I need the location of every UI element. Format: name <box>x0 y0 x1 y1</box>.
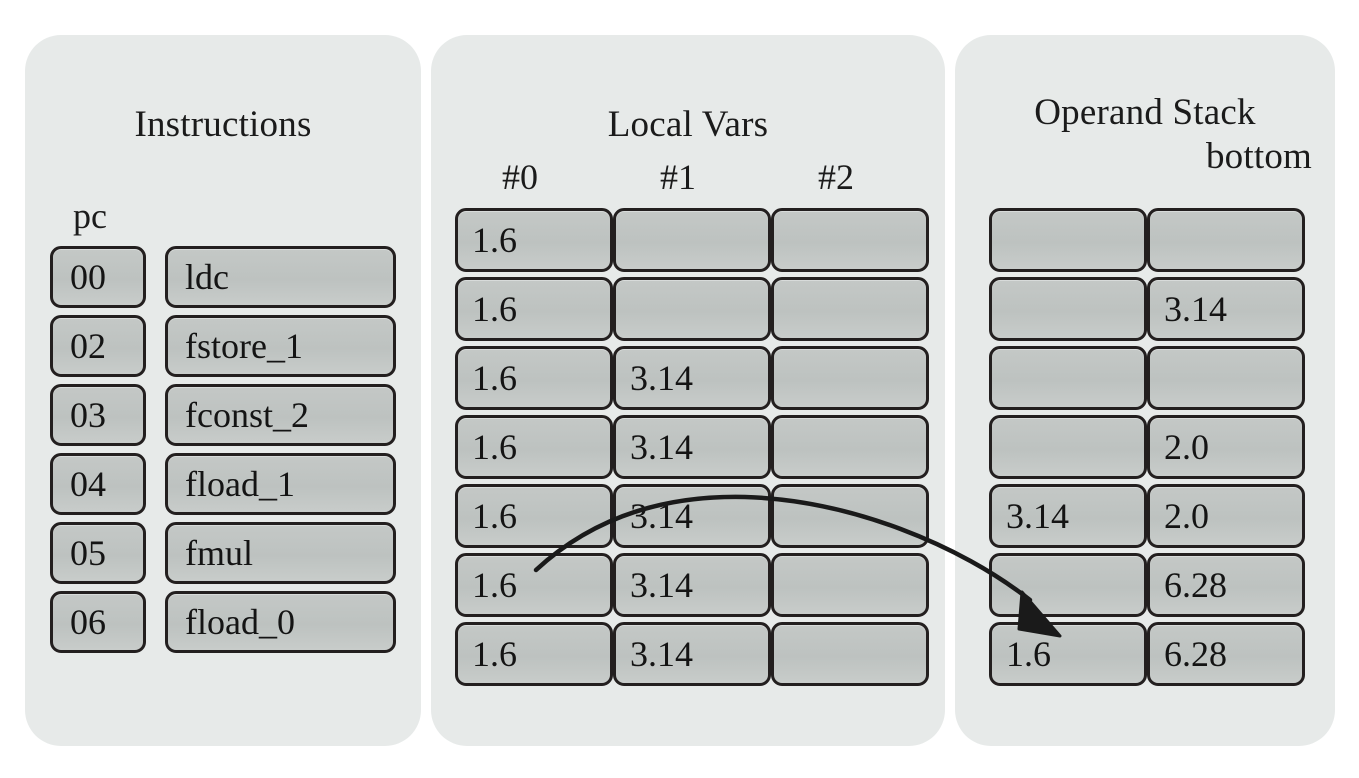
local-var-column-header-0: #0 <box>502 157 538 197</box>
operand-stack-cell[interactable] <box>989 208 1147 272</box>
instruction-cell[interactable]: fstore_1 <box>165 315 396 377</box>
local-var-cell[interactable]: 3.14 <box>613 553 771 617</box>
local-var-cell[interactable]: 3.14 <box>613 415 771 479</box>
local-var-cell[interactable]: 1.6 <box>455 484 613 548</box>
operand-stack-cell[interactable] <box>989 277 1147 341</box>
instruction-cell[interactable]: fconst_2 <box>165 384 396 446</box>
local-var-cell[interactable]: 3.14 <box>613 346 771 410</box>
local-var-cell[interactable]: 1.6 <box>455 277 613 341</box>
operand-stack-cell[interactable] <box>989 415 1147 479</box>
operand-stack-cell[interactable]: 6.28 <box>1147 622 1305 686</box>
local-var-cell[interactable] <box>771 484 929 548</box>
local-var-cell[interactable] <box>613 277 771 341</box>
pc-cell[interactable]: 05 <box>50 522 146 584</box>
local-vars-panel-title: Local Vars <box>607 104 769 145</box>
local-var-column-header-2: #2 <box>818 157 854 197</box>
local-var-cell[interactable] <box>613 208 771 272</box>
local-var-cell[interactable] <box>771 415 929 479</box>
operand-stack-cell[interactable] <box>1147 208 1305 272</box>
operand-stack-cell[interactable]: 6.28 <box>1147 553 1305 617</box>
operand-stack-panel: Operand Stack bottom 3.14 2.0 3.14 2.0 6… <box>955 35 1335 746</box>
local-var-cell[interactable]: 1.6 <box>455 622 613 686</box>
instruction-cell[interactable]: fload_1 <box>165 453 396 515</box>
operand-stack-cell[interactable]: 1.6 <box>989 622 1147 686</box>
local-var-cell[interactable] <box>771 622 929 686</box>
local-var-cell[interactable] <box>771 208 929 272</box>
operand-stack-cell[interactable]: 3.14 <box>989 484 1147 548</box>
operand-stack-panel-title: Operand Stack <box>1034 92 1256 133</box>
pc-cell[interactable]: 06 <box>50 591 146 653</box>
local-var-cell[interactable]: 1.6 <box>455 415 613 479</box>
instruction-cell[interactable]: ldc <box>165 246 396 308</box>
diagram-canvas: Instructions pc 00 ldc 02 fstore_1 03 fc… <box>0 0 1359 778</box>
local-var-cell[interactable]: 1.6 <box>455 553 613 617</box>
local-var-column-header-1: #1 <box>660 157 696 197</box>
local-var-cell[interactable] <box>771 277 929 341</box>
operand-stack-cell[interactable]: 3.14 <box>1147 277 1305 341</box>
operand-stack-bottom-label: bottom <box>1205 136 1312 177</box>
local-vars-panel: Local Vars #0 #1 #2 1.6 1.6 1.6 3.14 1.6… <box>431 35 945 746</box>
operand-stack-cell[interactable] <box>989 553 1147 617</box>
instruction-cell[interactable]: fload_0 <box>165 591 396 653</box>
local-var-cell[interactable]: 3.14 <box>613 484 771 548</box>
pc-cell[interactable]: 02 <box>50 315 146 377</box>
operand-stack-cell[interactable] <box>1147 346 1305 410</box>
local-var-cell[interactable]: 1.6 <box>455 346 613 410</box>
instructions-panel-title: Instructions <box>134 104 312 145</box>
local-var-cell[interactable] <box>771 553 929 617</box>
operand-stack-cell[interactable] <box>989 346 1147 410</box>
pc-column-label: pc <box>73 196 107 236</box>
pc-cell[interactable]: 03 <box>50 384 146 446</box>
pc-cell[interactable]: 04 <box>50 453 146 515</box>
pc-cell[interactable]: 00 <box>50 246 146 308</box>
local-var-cell[interactable] <box>771 346 929 410</box>
instructions-panel: Instructions pc 00 ldc 02 fstore_1 03 fc… <box>25 35 421 746</box>
operand-stack-cell[interactable]: 2.0 <box>1147 484 1305 548</box>
local-var-cell[interactable]: 3.14 <box>613 622 771 686</box>
local-var-cell[interactable]: 1.6 <box>455 208 613 272</box>
operand-stack-cell[interactable]: 2.0 <box>1147 415 1305 479</box>
instruction-cell[interactable]: fmul <box>165 522 396 584</box>
